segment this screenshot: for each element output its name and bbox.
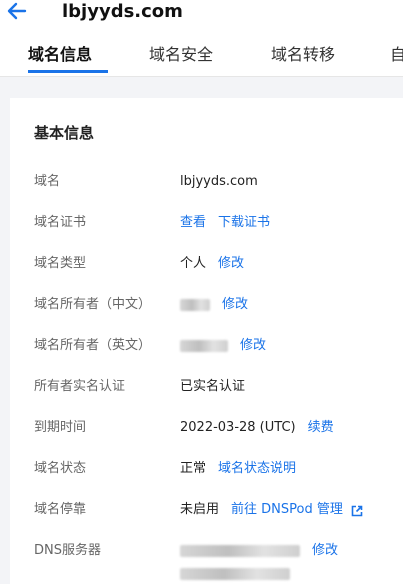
status-help-link[interactable]: 域名状态说明: [218, 459, 296, 479]
row-owner-en: 域名所有者（英文） 修改: [10, 336, 403, 356]
dnspod-manage-link[interactable]: 前往 DNSPod 管理: [231, 500, 343, 520]
edit-type-link[interactable]: 修改: [218, 254, 244, 274]
real-name-status: 已实名认证: [180, 379, 246, 394]
row-value: 个人 修改: [180, 254, 244, 274]
row-status: 域名状态 正常 域名状态说明: [10, 459, 403, 479]
row-value: 修改: [180, 295, 248, 315]
tab-domain-info[interactable]: 域名信息: [28, 44, 92, 66]
tab-domain-security[interactable]: 域名安全: [149, 44, 213, 66]
tab-more[interactable]: 自: [390, 44, 403, 66]
row-parking: 域名停靠 未启用 前往 DNSPod 管理: [10, 500, 403, 520]
arrow-left-icon[interactable]: [6, 0, 28, 22]
row-label: 到期时间: [34, 420, 87, 435]
external-link-icon[interactable]: [351, 504, 363, 517]
view-certificate-link[interactable]: 查看: [180, 213, 206, 233]
status-value: 正常: [180, 461, 207, 476]
row-value: 查看 下载证书: [180, 213, 270, 233]
redacted-owner-cn: [180, 299, 210, 311]
page-title: lbjyyds.com: [62, 1, 183, 22]
row-value: 2022-03-28 (UTC) 续费: [180, 418, 334, 438]
app-header: lbjyyds.com: [0, 0, 403, 26]
domain-type-value: 个人: [180, 256, 207, 271]
parking-value: 未启用: [180, 502, 220, 517]
row-domain-type: 域名类型 个人 修改: [10, 254, 403, 274]
row-value: 修改: [180, 336, 266, 356]
row-value: 修改: [180, 541, 338, 561]
row-expiry: 到期时间 2022-03-28 (UTC) 续费: [10, 418, 403, 438]
basic-info-card: 基本信息 域名 lbjyyds.com 域名证书 查看 下载证书 域名类型 个人…: [10, 98, 403, 584]
row-label: 域名证书: [34, 215, 87, 230]
active-tab-indicator: [28, 70, 108, 73]
row-value: 正常 域名状态说明: [180, 459, 296, 479]
row-label: 域名所有者（中文）: [34, 297, 152, 312]
row-label: 域名状态: [34, 461, 87, 476]
row-owner-cn: 域名所有者（中文） 修改: [10, 295, 403, 315]
redacted-dns-1: [180, 545, 300, 557]
row-certificate: 域名证书 查看 下载证书: [10, 213, 403, 233]
redacted-owner-en: [180, 340, 228, 352]
expiry-value: 2022-03-28 (UTC): [180, 420, 296, 435]
row-value: 未启用 前往 DNSPod 管理: [180, 500, 363, 520]
row-domain: 域名 lbjyyds.com: [10, 172, 403, 192]
row-label: 域名所有者（英文）: [34, 338, 152, 353]
card-title: 基本信息: [34, 124, 95, 142]
row-label: 所有者实名认证: [34, 379, 126, 394]
row-label: 域名停靠: [34, 502, 87, 517]
edit-dns-link[interactable]: 修改: [312, 541, 338, 561]
row-label: 域名: [34, 174, 61, 189]
row-dns-servers: DNS服务器 修改: [10, 541, 403, 561]
row-value: 已实名认证: [180, 377, 245, 397]
edit-owner-en-link[interactable]: 修改: [240, 336, 266, 356]
row-label: 域名类型: [34, 256, 87, 271]
download-certificate-link[interactable]: 下载证书: [218, 213, 270, 233]
renew-link[interactable]: 续费: [308, 418, 334, 438]
edit-owner-cn-link[interactable]: 修改: [222, 295, 248, 315]
tab-domain-transfer[interactable]: 域名转移: [271, 44, 335, 66]
row-value: lbjyyds.com: [180, 172, 258, 192]
row-label: DNS服务器: [34, 543, 101, 558]
row-real-name: 所有者实名认证 已实名认证: [10, 377, 403, 397]
redacted-dns-2: [180, 568, 290, 580]
domain-value: lbjyyds.com: [180, 174, 258, 189]
